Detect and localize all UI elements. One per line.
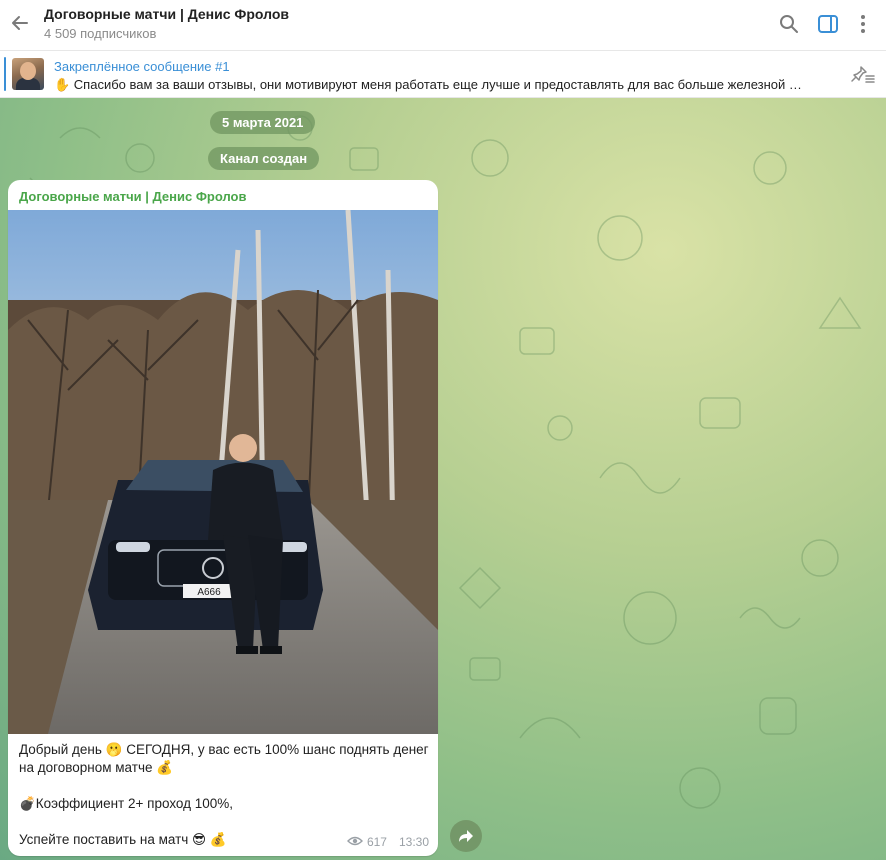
subscriber-count: 4 509 подписчиков — [44, 26, 157, 41]
service-message: Канал создан — [208, 147, 320, 170]
chat-header: Договорные матчи | Денис Фролов 4 509 по… — [0, 0, 886, 51]
pinned-indicator — [4, 57, 6, 91]
pinned-text: ✋ Спасибо вам за ваши отзывы, они мотиви… — [54, 77, 802, 92]
search-icon[interactable] — [777, 12, 801, 36]
pinned-title: Закреплённое сообщение #1 — [54, 59, 230, 74]
message-bubble[interactable]: Договорные матчи | Денис Фролов A666 Доб… — [8, 180, 438, 856]
telegram-channel-window: Договорные матчи | Денис Фролов 4 509 по… — [0, 0, 886, 860]
more-vertical-icon[interactable] — [851, 12, 875, 36]
channel-title[interactable]: Договорные матчи | Денис Фролов — [44, 6, 289, 22]
sidebar-toggle-icon[interactable] — [816, 12, 840, 36]
views-count: 617 — [366, 835, 387, 849]
chat-area[interactable]: 5 марта 2021 Канал создан Договорные мат… — [0, 98, 886, 860]
message-photo[interactable]: A666 — [8, 210, 438, 734]
message-text: Добрый день 🫢 СЕГОДНЯ, у вас есть 100% ш… — [19, 741, 429, 849]
message-line-2: 💣Коэффициент 2+ проход 100%, — [19, 796, 234, 811]
message-line-1: Добрый день 🫢 СЕГОДНЯ, у вас есть 100% ш… — [19, 742, 429, 775]
message-time: 13:30 — [398, 835, 429, 849]
eye-icon — [346, 835, 363, 849]
unpin-icon[interactable] — [850, 63, 876, 87]
pinned-message-bar[interactable]: Закреплённое сообщение #1 ✋ Спасибо вам … — [0, 51, 886, 98]
message-meta: 617 13:30 — [346, 835, 429, 849]
date-separator: 5 марта 2021 — [210, 111, 316, 134]
forward-arrow-icon[interactable] — [450, 820, 482, 852]
back-arrow-icon[interactable] — [7, 10, 33, 36]
pinned-thumbnail — [12, 58, 44, 90]
license-plate: A666 — [197, 587, 221, 598]
message-sender[interactable]: Договорные матчи | Денис Фролов — [19, 189, 247, 204]
